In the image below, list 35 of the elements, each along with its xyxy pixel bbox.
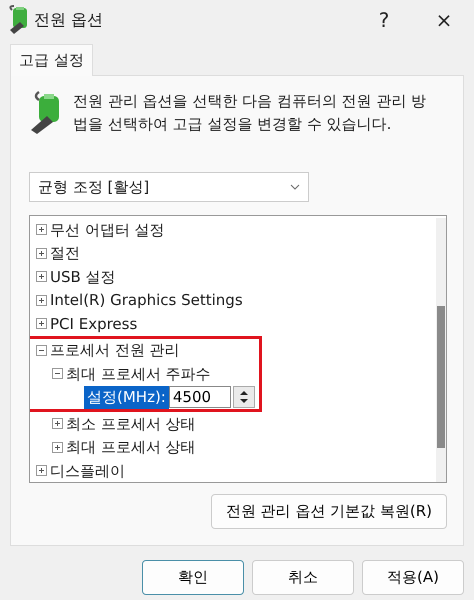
expand-icon[interactable] [36, 294, 47, 306]
tree-item[interactable]: USB 설정 [50, 266, 116, 288]
dialog-button[interactable]: 적용(A) [362, 560, 464, 594]
expand-icon[interactable] [36, 318, 47, 330]
scrollbar-thumb[interactable] [437, 306, 445, 448]
collapse-icon[interactable] [36, 344, 47, 356]
plan-dropdown[interactable]: 균형 조정 [활성] [29, 172, 309, 202]
expand-icon[interactable] [36, 465, 47, 476]
restore-defaults-button[interactable]: 전원 관리 옵션 기본값 복원(R) [210, 494, 447, 528]
tree-item[interactable]: PCI Express [50, 312, 138, 335]
close-button[interactable]: × [422, 4, 466, 36]
expand-icon[interactable] [36, 271, 47, 282]
setting-label: 설정(MHz): [84, 386, 169, 408]
tree-item[interactable]: 최대 프로세서 상태 [66, 436, 196, 458]
expand-icon[interactable] [36, 224, 47, 236]
tree-item[interactable]: 디스플레이 [50, 460, 125, 482]
expand-icon[interactable] [52, 442, 63, 453]
description-text: 전원 관리 옵션을 선택한 다음 컴퓨터의 전원 관리 방법을 선택하여 고급 설정을 변경할 수 있습니다. [73, 90, 428, 135]
tree-item[interactable]: 절전 [50, 242, 80, 264]
dialog-button[interactable]: 취소 [252, 560, 354, 594]
tab[interactable]: 고급 설정 [10, 44, 93, 76]
spinner-control[interactable] [232, 386, 255, 408]
collapse-icon[interactable] [52, 368, 63, 380]
value-field[interactable]: 4500 [168, 386, 231, 408]
help-button[interactable]: ? [362, 4, 406, 36]
dialog-button[interactable]: 확인 [142, 560, 244, 594]
chevron-down-icon [290, 184, 300, 190]
expand-icon[interactable] [36, 248, 47, 259]
expand-icon[interactable] [52, 418, 63, 430]
tree-item[interactable]: 최소 프로세서 상태 [66, 412, 196, 435]
window-title: 전원 옵션 [34, 9, 104, 31]
tree-item[interactable]: 무선 어댑터 설정 [50, 218, 165, 241]
tree-item[interactable]: Intel(R) Graphics Settings [50, 289, 243, 312]
tree-item[interactable]: 최대 프로세서 주파수 [66, 362, 211, 385]
tree-item[interactable]: 프로세서 전원 관리 [50, 339, 180, 362]
